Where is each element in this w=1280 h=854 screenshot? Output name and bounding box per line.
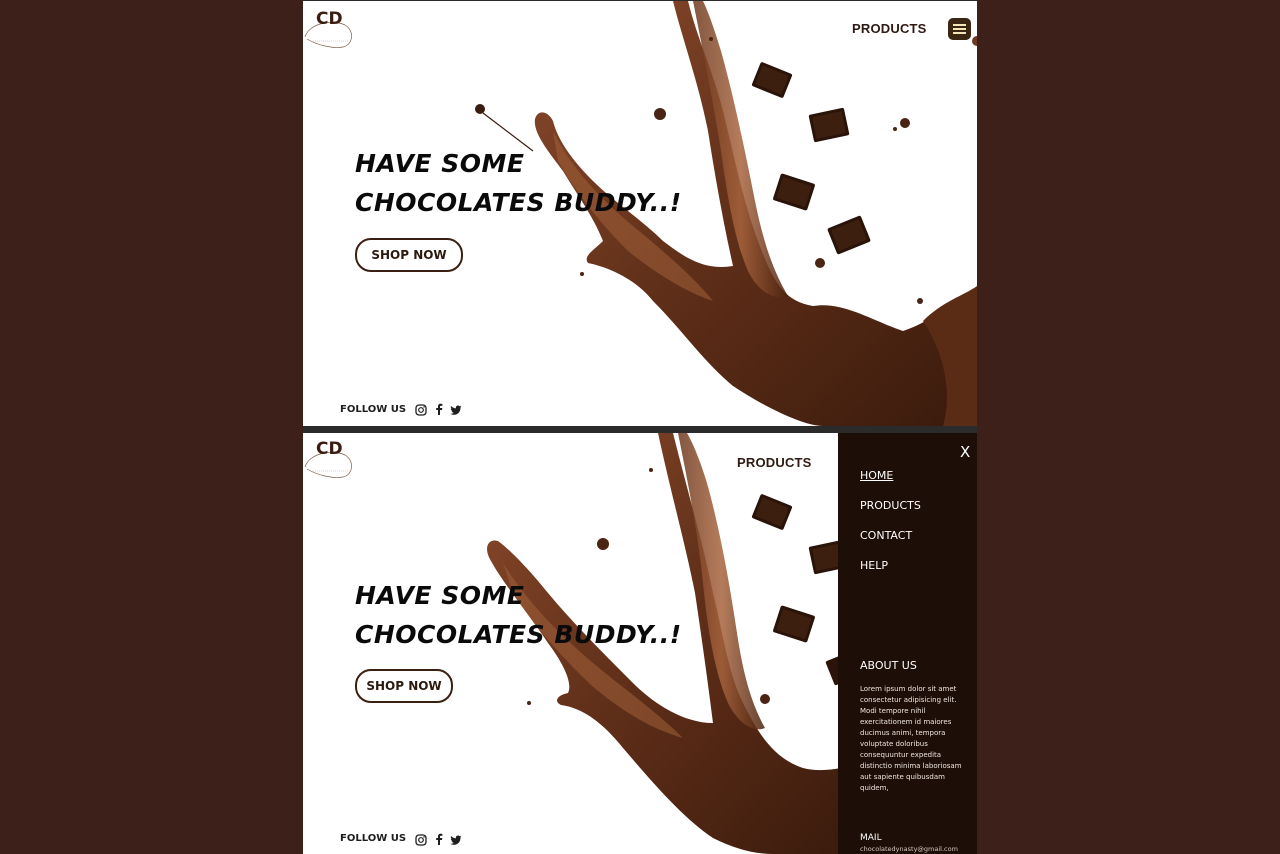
menu-line-icon	[953, 28, 966, 30]
hero-title: HAVE SOME CHOCOLATES BUDDY..!	[355, 581, 682, 649]
follow-us-label: FOLLOW US	[340, 833, 407, 844]
hero-title: HAVE SOME CHOCOLATES BUDDY..!	[355, 149, 682, 217]
drawer-item-home[interactable]: HOME	[860, 469, 893, 482]
logo-text: CD	[316, 9, 343, 29]
about-us-text: Lorem ipsum dolor sit amet consectetur a…	[860, 685, 962, 792]
side-drawer-menu: X HOME PRODUCTS CONTACT HELP ABOUT US Lo…	[838, 433, 977, 854]
nav-products-link[interactable]: PRODUCTS	[852, 21, 927, 36]
chocolate-piece	[773, 605, 815, 643]
mail-heading: MAIL	[860, 833, 882, 843]
chocolate-piece	[827, 215, 871, 255]
screenshot-stage: CD PRODUCTS HAVE SOME CHOCOLATES BUDDY..…	[303, 0, 977, 854]
drawer-item-help[interactable]: HELP	[860, 559, 888, 572]
twitter-icon[interactable]	[450, 834, 462, 846]
landing-page-menu-open: CD PRODUCTS HAVE SOME CHOCOLATES BUDDY..…	[303, 433, 977, 854]
mail-address[interactable]: chocolatedynasty@gmail.com	[860, 845, 958, 853]
close-drawer-button[interactable]: X	[960, 443, 970, 461]
brand-logo[interactable]: CD	[303, 7, 359, 51]
chocolate-piece	[751, 62, 793, 98]
nav-products-link[interactable]: PRODUCTS	[737, 455, 812, 470]
follow-us-label: FOLLOW US	[340, 404, 407, 415]
landing-page-closed: CD PRODUCTS HAVE SOME CHOCOLATES BUDDY..…	[303, 1, 977, 426]
instagram-icon[interactable]	[415, 834, 427, 846]
about-us-heading: ABOUT US	[860, 659, 917, 672]
chocolate-piece	[751, 494, 793, 530]
brand-logo[interactable]: CD	[303, 437, 359, 481]
twitter-icon[interactable]	[450, 404, 462, 416]
chocolate-piece	[773, 173, 815, 211]
shop-now-button[interactable]: SHOP NOW	[355, 238, 463, 272]
logo-text: CD	[316, 439, 343, 459]
instagram-icon[interactable]	[415, 404, 427, 416]
menu-line-icon	[953, 24, 966, 26]
menu-line-icon	[953, 32, 966, 34]
facebook-icon[interactable]	[433, 833, 445, 845]
drawer-item-products[interactable]: PRODUCTS	[860, 499, 921, 512]
facebook-icon[interactable]	[433, 403, 445, 415]
drawer-item-contact[interactable]: CONTACT	[860, 529, 912, 542]
hamburger-menu-button[interactable]	[948, 18, 971, 40]
shop-now-button[interactable]: SHOP NOW	[355, 669, 453, 703]
chocolate-piece	[808, 107, 850, 143]
